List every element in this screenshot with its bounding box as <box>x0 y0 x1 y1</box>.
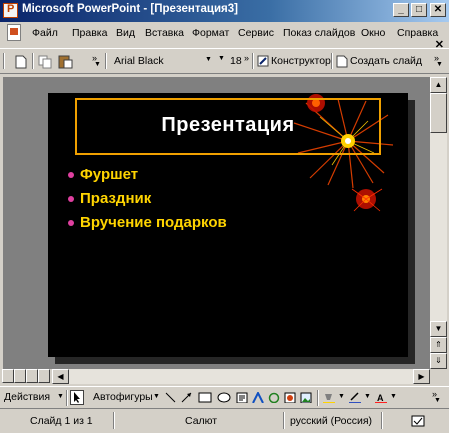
menu-bar: Файл Правка Вид Вставка Формат Сервис По… <box>0 22 449 46</box>
close-button[interactable]: ✕ <box>430 3 446 17</box>
new-slide-icon[interactable] <box>336 55 348 68</box>
wordart-icon[interactable] <box>252 392 264 403</box>
formatting-toolbar: » ▼ Arial Black ▼ ▼ 18 » Конструктор Соз… <box>0 48 449 74</box>
chevron-down-icon[interactable]: ▼ <box>205 56 212 63</box>
toolbar-separator <box>32 53 34 69</box>
toolbar-separator <box>105 53 107 69</box>
bullet-item[interactable]: Вручение подарков <box>68 214 227 231</box>
bullet-text: Фуршет <box>80 166 139 183</box>
chevron-down-icon[interactable]: ▼ <box>338 393 345 400</box>
horizontal-scroll-row: ◀ ▶ <box>0 369 449 384</box>
title-placeholder[interactable]: Презентация <box>75 98 381 155</box>
menu-edit[interactable]: Правка <box>72 27 107 39</box>
diagram-icon[interactable] <box>268 392 280 403</box>
toolbar-separator <box>252 53 254 69</box>
select-objects-icon[interactable] <box>70 390 84 405</box>
bullet-text: Вручение подарков <box>80 214 227 231</box>
bullet-dot-icon <box>68 196 74 202</box>
menu-help[interactable]: Справка <box>397 27 438 39</box>
font-name-select[interactable]: Arial Black ▼ <box>111 53 215 70</box>
status-bar: Слайд 1 из 1 Салют русский (Россия) <box>0 408 449 433</box>
chevron-down-icon[interactable]: ▼ <box>57 393 64 400</box>
scroll-right-icon[interactable]: ▶ <box>413 369 430 384</box>
bullet-dot-icon <box>68 220 74 226</box>
normal-view-icon[interactable] <box>2 369 14 383</box>
scroll-down-icon[interactable]: ▼ <box>430 321 447 337</box>
menu-insert[interactable]: Вставка <box>145 27 184 39</box>
oval-icon[interactable] <box>217 392 231 403</box>
status-slide-number: Слайд 1 из 1 <box>30 415 93 427</box>
menu-file[interactable]: Файл <box>32 27 58 39</box>
bullet-item[interactable]: Фуршет <box>68 166 139 183</box>
vertical-scrollbar[interactable]: ▲ ▼ ⇑ ⇓ <box>430 77 447 369</box>
designer-button[interactable]: Конструктор <box>271 55 331 67</box>
designer-icon[interactable] <box>257 55 270 68</box>
font-color-icon[interactable]: A <box>374 392 388 403</box>
maximize-button[interactable]: □ <box>411 3 427 17</box>
document-icon[interactable] <box>7 24 21 41</box>
font-size-value: 18 <box>230 55 242 67</box>
line-color-icon[interactable] <box>348 392 362 403</box>
scroll-left-icon[interactable]: ◀ <box>52 369 69 384</box>
fill-color-icon[interactable] <box>322 392 336 403</box>
actions-menu[interactable]: Действия <box>4 391 50 403</box>
slideshow-view-icon[interactable] <box>38 369 50 383</box>
previous-slide-icon[interactable]: ⇑ <box>430 337 447 353</box>
autoshapes-menu[interactable]: Автофигуры <box>93 391 153 403</box>
clipart-icon[interactable] <box>284 392 296 403</box>
menu-view[interactable]: Вид <box>116 27 135 39</box>
powerpoint-app-icon[interactable] <box>3 3 18 18</box>
spelling-status-icon[interactable] <box>411 415 425 427</box>
slide-title: Презентация <box>161 114 295 136</box>
chevron-down-icon[interactable]: ▼ <box>390 393 397 400</box>
text-box-icon[interactable] <box>236 392 248 403</box>
chevron-down-icon[interactable]: ▼ <box>218 55 225 62</box>
rectangle-icon[interactable] <box>198 392 212 403</box>
bullet-text: Праздник <box>80 190 152 207</box>
insert-picture-icon[interactable] <box>300 392 312 403</box>
slide-canvas[interactable]: Презентация Фуршет Праздник Вручение под… <box>48 93 408 357</box>
outline-view-icon[interactable] <box>14 369 26 383</box>
status-separator <box>381 412 383 429</box>
new-document-icon[interactable] <box>14 55 28 69</box>
window-titlebar[interactable]: Microsoft PowerPoint - [Презентация3] _ … <box>0 0 449 22</box>
status-separator <box>113 412 115 429</box>
new-slide-button[interactable]: Создать слайд <box>350 55 422 67</box>
minimize-button[interactable]: _ <box>393 3 409 17</box>
toolbar-separator <box>66 390 68 406</box>
chevron-down-icon[interactable]: ▼ <box>364 393 371 400</box>
chevron-down-icon[interactable]: ▼ <box>153 393 160 400</box>
paste-icon[interactable] <box>58 54 74 69</box>
line-icon[interactable] <box>165 392 176 403</box>
bullet-item[interactable]: Праздник <box>68 190 152 207</box>
bullet-dot-icon <box>68 172 74 178</box>
toolbar-options-icon[interactable]: ▼ <box>436 61 443 68</box>
menu-tools[interactable]: Сервис <box>238 27 274 39</box>
status-language[interactable]: русский (Россия) <box>290 415 372 427</box>
svg-text:A: A <box>377 393 384 403</box>
scroll-up-icon[interactable]: ▲ <box>430 77 447 93</box>
scroll-thumb[interactable] <box>430 93 447 133</box>
toolbar-options-icon[interactable]: ▼ <box>94 61 101 68</box>
next-slide-icon[interactable]: ⇓ <box>430 353 447 369</box>
toolbar-options-icon[interactable]: ▼ <box>434 397 441 404</box>
status-design-name: Салют <box>185 415 218 427</box>
window-title: Microsoft PowerPoint - [Презентация3] <box>22 3 238 15</box>
toolbar-separator <box>331 53 333 69</box>
status-separator <box>283 412 285 429</box>
slide-sorter-view-icon[interactable] <box>26 369 38 383</box>
menu-window[interactable]: Окно <box>361 27 385 39</box>
horizontal-scrollbar[interactable]: ◀ ▶ <box>52 369 430 384</box>
menu-format[interactable]: Формат <box>192 27 229 39</box>
toolbar-overflow-icon[interactable]: » <box>244 53 249 63</box>
toolbar-grip[interactable] <box>3 53 5 69</box>
drawing-toolbar: Действия ▼ Автофигуры ▼ ▼ ▼ A ▼ » ▼ <box>0 386 449 408</box>
font-name-value: Arial Black <box>114 55 164 67</box>
copy-icon[interactable] <box>38 55 52 69</box>
arrow-icon[interactable] <box>181 392 192 403</box>
toolbar-separator <box>317 390 319 406</box>
menu-slideshow[interactable]: Показ слайдов <box>283 27 355 39</box>
